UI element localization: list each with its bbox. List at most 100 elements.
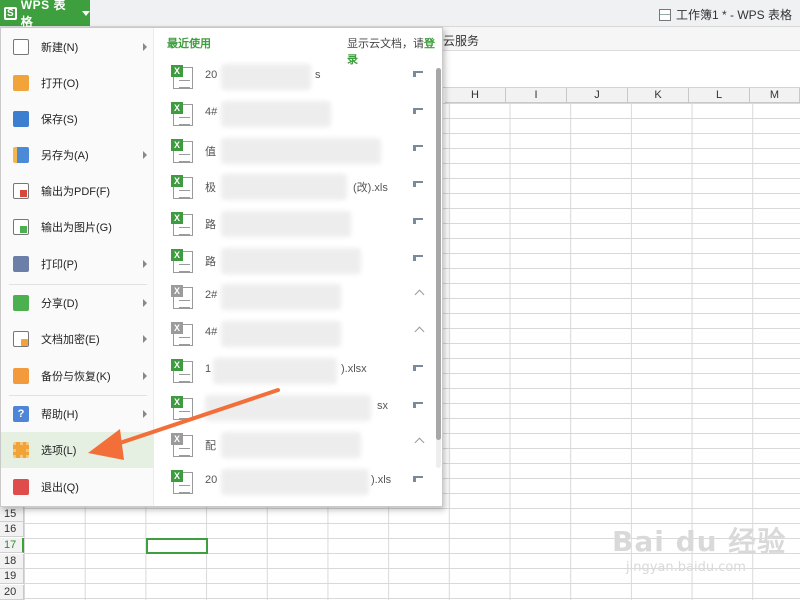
redacted-text — [221, 469, 369, 495]
row-header-17[interactable]: 17 — [0, 538, 24, 553]
excel-file-gray-icon — [171, 433, 193, 457]
menu-item-export-pdf[interactable]: 输出为PDF(F) — [1, 173, 154, 209]
file-name: 配 — [205, 440, 216, 452]
menu-item-share[interactable]: 分享(D) — [1, 285, 154, 321]
recent-file-row[interactable]: 1 ).xlsx — [155, 352, 427, 388]
row-header-15[interactable]: 15 — [0, 507, 24, 522]
file-menu-panel: 新建(N) 打开(O) 保存(S) 另存为(A) 输出为PDF(F) 输出为图片… — [0, 27, 443, 507]
row-header-20[interactable]: 20 — [0, 585, 24, 600]
excel-file-gray-icon — [171, 322, 193, 346]
chevron-right-icon — [143, 299, 147, 307]
redacted-text — [221, 64, 311, 90]
column-header-k[interactable]: K — [628, 88, 689, 103]
excel-file-icon — [171, 359, 193, 383]
pin-icon[interactable] — [413, 255, 423, 261]
column-header-m[interactable]: M — [750, 88, 800, 103]
column-header-l[interactable]: L — [689, 88, 750, 103]
app-menu-button[interactable]: S WPS 表格 — [0, 0, 90, 29]
chevron-right-icon — [143, 410, 147, 418]
wps-logo-icon: S — [4, 6, 17, 20]
lock-icon — [13, 331, 29, 347]
recent-file-row[interactable]: 20 ).xls — [155, 463, 427, 499]
window-title-text: 工作簿1 * - WPS 表格 — [675, 8, 792, 22]
column-header-j[interactable]: J — [567, 88, 628, 103]
chevron-right-icon — [143, 151, 147, 159]
recent-file-row[interactable]: 值 — [155, 132, 427, 168]
file-name: 1 — [205, 363, 212, 375]
file-name: 4# — [205, 106, 218, 118]
title-bar: S WPS 表格 工作簿1 * - WPS 表格 — [0, 0, 800, 29]
menu-item-encrypt[interactable]: 文档加密(E) — [1, 321, 154, 357]
recent-file-row[interactable]: 配 — [155, 426, 427, 462]
recent-files-panel: 最近使用 显示云文档，请登录 20 s 4# 值 极 (改).xls — [155, 28, 443, 506]
menu-item-exit[interactable]: 退出(Q) — [1, 469, 154, 505]
column-header-h[interactable]: H — [445, 88, 506, 103]
pdf-icon — [13, 183, 29, 199]
menu-item-print[interactable]: 打印(P) — [1, 246, 154, 282]
redacted-text — [221, 138, 381, 164]
pin-icon[interactable] — [413, 402, 423, 408]
pin-icon[interactable] — [413, 145, 423, 151]
file-name: 极 — [205, 182, 216, 194]
row-header-16[interactable]: 16 — [0, 522, 24, 537]
recent-file-row[interactable]: 20 s — [155, 58, 427, 94]
recent-file-row[interactable]: 4# — [155, 95, 427, 131]
column-header-i[interactable]: I — [506, 88, 567, 103]
redacted-text — [221, 432, 361, 458]
menu-item-label: 退出(Q) — [41, 482, 79, 494]
unpin-icon[interactable] — [414, 437, 425, 448]
file-name: 20 — [205, 69, 218, 81]
menu-item-label: 另存为(A) — [41, 150, 89, 162]
file-menu-list: 新建(N) 打开(O) 保存(S) 另存为(A) 输出为PDF(F) 输出为图片… — [1, 28, 154, 506]
row-header-18[interactable]: 18 — [0, 554, 24, 569]
watermark-brand: Bai du 经验 — [612, 525, 787, 558]
gear-icon — [13, 442, 29, 458]
menu-item-backup[interactable]: 备份与恢复(K) — [1, 358, 154, 394]
recent-files-title: 最近使用 — [167, 38, 211, 50]
recent-file-row[interactable]: 2# — [155, 278, 427, 314]
pin-icon[interactable] — [413, 181, 423, 187]
chevron-right-icon — [143, 372, 147, 380]
tab-cloud-service[interactable]: 云服务 — [443, 32, 479, 49]
file-name: 20 — [205, 474, 218, 486]
pin-icon[interactable] — [413, 71, 423, 77]
file-name-suffix: s — [315, 69, 321, 81]
help-icon: ? — [13, 406, 29, 422]
unpin-icon[interactable] — [414, 326, 425, 337]
excel-file-icon — [171, 470, 193, 494]
recent-file-row[interactable]: sx — [155, 389, 427, 425]
excel-file-icon — [171, 175, 193, 199]
recent-file-row[interactable]: 路 — [155, 242, 427, 278]
recent-file-row[interactable]: 极 (改).xls — [155, 168, 427, 204]
file-name-suffix: sx — [377, 400, 388, 412]
menu-item-options[interactable]: 选项(L) — [1, 432, 154, 468]
pin-icon[interactable] — [413, 108, 423, 114]
window-title: 工作簿1 * - WPS 表格 — [658, 6, 792, 23]
menu-item-export-image[interactable]: 输出为图片(G) — [1, 209, 154, 245]
unpin-icon[interactable] — [414, 289, 425, 300]
backup-icon — [13, 368, 29, 384]
excel-file-icon — [171, 212, 193, 236]
redacted-text — [205, 395, 371, 421]
pin-icon[interactable] — [413, 218, 423, 224]
menu-item-new[interactable]: 新建(N) — [1, 29, 154, 65]
row-header-19[interactable]: 19 — [0, 569, 24, 584]
menu-item-save-as[interactable]: 另存为(A) — [1, 137, 154, 173]
menu-item-open[interactable]: 打开(O) — [1, 65, 154, 101]
scrollbar-thumb[interactable] — [436, 68, 441, 440]
exit-icon — [13, 479, 29, 495]
menu-item-help[interactable]: ? 帮助(H) — [1, 396, 154, 432]
watermark-url: jingyan.baidu.com — [626, 560, 746, 575]
recent-files-scrollbar[interactable] — [436, 68, 441, 468]
pin-icon[interactable] — [413, 365, 423, 371]
menu-item-label: 保存(S) — [41, 114, 78, 126]
share-icon — [13, 295, 29, 311]
menu-item-save[interactable]: 保存(S) — [1, 101, 154, 137]
printer-icon — [13, 256, 29, 272]
pin-icon[interactable] — [413, 476, 423, 482]
menu-item-label: 输出为PDF(F) — [41, 186, 111, 198]
recent-file-row[interactable]: 路 — [155, 205, 427, 241]
selected-cell[interactable] — [146, 538, 208, 554]
recent-file-row[interactable]: 4# — [155, 315, 427, 351]
file-name: 路 — [205, 219, 216, 231]
